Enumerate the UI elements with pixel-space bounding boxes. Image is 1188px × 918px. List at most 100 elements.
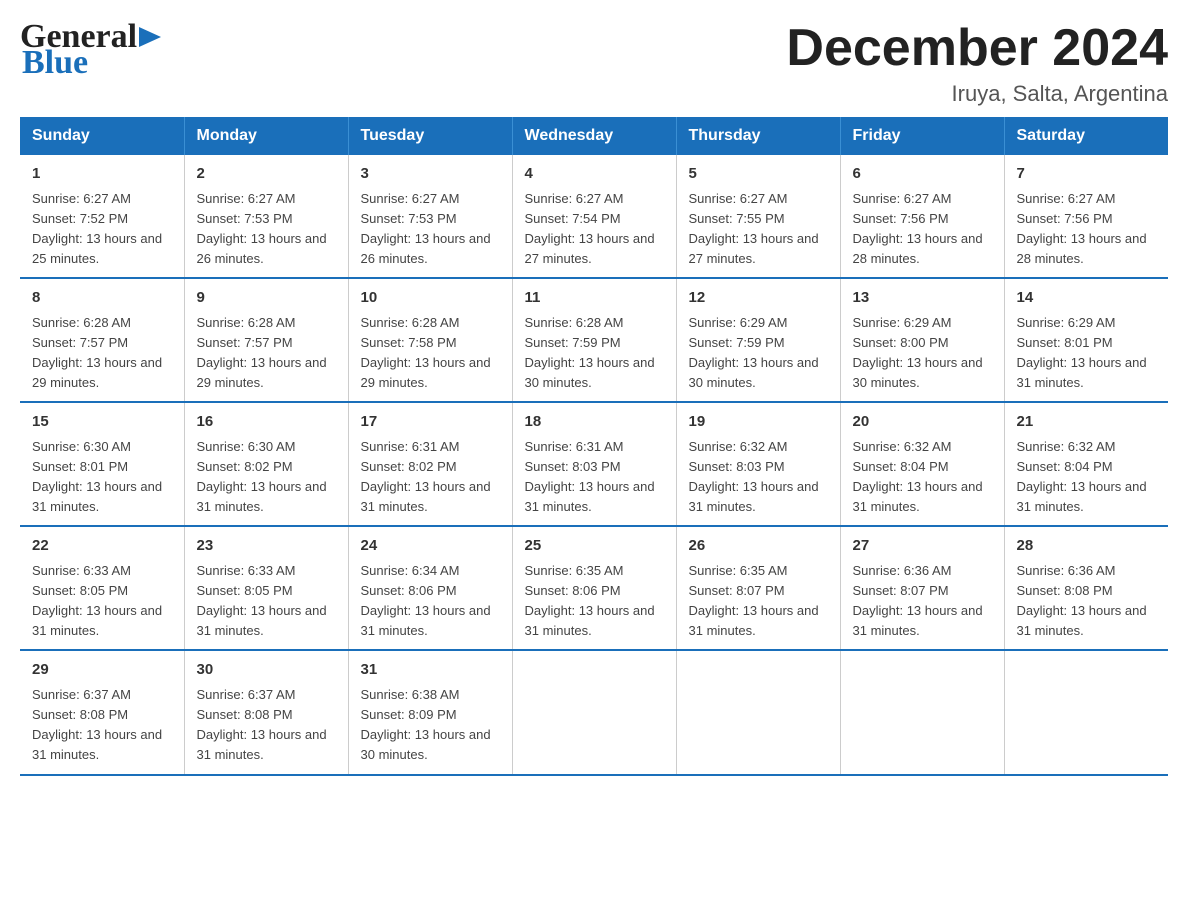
day-number: 7 [1017, 163, 1157, 186]
calendar-cell [512, 650, 676, 774]
cell-info: Sunrise: 6:37 AMSunset: 8:08 PMDaylight:… [197, 685, 336, 766]
location-subtitle: Iruya, Salta, Argentina [786, 81, 1168, 107]
calendar-cell: 14 Sunrise: 6:29 AMSunset: 8:01 PMDayligh… [1004, 278, 1168, 402]
day-number: 3 [361, 163, 500, 186]
cell-info: Sunrise: 6:27 AMSunset: 7:54 PMDaylight:… [525, 189, 664, 270]
cell-info: Sunrise: 6:33 AMSunset: 8:05 PMDaylight:… [32, 561, 172, 642]
day-number: 22 [32, 535, 172, 558]
calendar-cell: 31 Sunrise: 6:38 AMSunset: 8:09 PMDayligh… [348, 650, 512, 774]
day-number: 27 [853, 535, 992, 558]
cell-info: Sunrise: 6:38 AMSunset: 8:09 PMDaylight:… [361, 685, 500, 766]
day-number: 28 [1017, 535, 1157, 558]
calendar-cell: 13 Sunrise: 6:29 AMSunset: 8:00 PMDayligh… [840, 278, 1004, 402]
cell-info: Sunrise: 6:34 AMSunset: 8:06 PMDaylight:… [361, 561, 500, 642]
cell-info: Sunrise: 6:33 AMSunset: 8:05 PMDaylight:… [197, 561, 336, 642]
day-number: 26 [689, 535, 828, 558]
calendar-cell: 27 Sunrise: 6:36 AMSunset: 8:07 PMDayligh… [840, 526, 1004, 650]
week-row-5: 29 Sunrise: 6:37 AMSunset: 8:08 PMDayligh… [20, 650, 1168, 774]
cell-info: Sunrise: 6:27 AMSunset: 7:55 PMDaylight:… [689, 189, 828, 270]
cell-info: Sunrise: 6:27 AMSunset: 7:53 PMDaylight:… [197, 189, 336, 270]
logo: General Blue [20, 20, 161, 80]
week-row-2: 8Sunrise: 6:28 AMSunset: 7:57 PMDaylight… [20, 278, 1168, 402]
cell-info: Sunrise: 6:35 AMSunset: 8:07 PMDaylight:… [689, 561, 828, 642]
calendar-cell: 25 Sunrise: 6:35 AMSunset: 8:06 PMDayligh… [512, 526, 676, 650]
day-number: 15 [32, 411, 172, 434]
calendar-cell: 26 Sunrise: 6:35 AMSunset: 8:07 PMDayligh… [676, 526, 840, 650]
calendar-cell: 23Sunrise: 6:33 AMSunset: 8:05 PMDayligh… [184, 526, 348, 650]
header-day-saturday: Saturday [1004, 117, 1168, 155]
cell-info: Sunrise: 6:36 AMSunset: 8:08 PMDaylight:… [1017, 561, 1157, 642]
cell-info: Sunrise: 6:29 AMSunset: 8:00 PMDaylight:… [853, 313, 992, 394]
cell-info: Sunrise: 6:32 AMSunset: 8:04 PMDaylight:… [853, 437, 992, 518]
title-block: December 2024 Iruya, Salta, Argentina [786, 20, 1168, 107]
header-day-monday: Monday [184, 117, 348, 155]
day-number: 13 [853, 287, 992, 310]
day-number: 11 [525, 287, 664, 310]
day-number: 29 [32, 659, 172, 682]
cell-info: Sunrise: 6:35 AMSunset: 8:06 PMDaylight:… [525, 561, 664, 642]
day-number: 2 [197, 163, 336, 186]
calendar-header: SundayMondayTuesdayWednesdayThursdayFrid… [20, 117, 1168, 155]
calendar-cell: 21 Sunrise: 6:32 AMSunset: 8:04 PMDayligh… [1004, 402, 1168, 526]
calendar-cell: 10Sunrise: 6:28 AMSunset: 7:58 PMDayligh… [348, 278, 512, 402]
day-number: 6 [853, 163, 992, 186]
day-number: 19 [689, 411, 828, 434]
cell-info: Sunrise: 6:32 AMSunset: 8:03 PMDaylight:… [689, 437, 828, 518]
header-day-thursday: Thursday [676, 117, 840, 155]
calendar-cell: 29 Sunrise: 6:37 AMSunset: 8:08 PMDayligh… [20, 650, 184, 774]
day-number: 21 [1017, 411, 1157, 434]
week-row-1: 1Sunrise: 6:27 AMSunset: 7:52 PMDaylight… [20, 155, 1168, 278]
calendar-cell: 20 Sunrise: 6:32 AMSunset: 8:04 PMDayligh… [840, 402, 1004, 526]
calendar-cell: 30 Sunrise: 6:37 AMSunset: 8:08 PMDayligh… [184, 650, 348, 774]
header-day-wednesday: Wednesday [512, 117, 676, 155]
day-number: 31 [361, 659, 500, 682]
cell-info: Sunrise: 6:27 AMSunset: 7:53 PMDaylight:… [361, 189, 500, 270]
calendar-cell: 5 Sunrise: 6:27 AMSunset: 7:55 PMDaylight… [676, 155, 840, 278]
calendar-cell: 18 Sunrise: 6:31 AMSunset: 8:03 PMDayligh… [512, 402, 676, 526]
cell-info: Sunrise: 6:28 AMSunset: 7:57 PMDaylight:… [32, 313, 172, 394]
calendar-cell [1004, 650, 1168, 774]
cell-info: Sunrise: 6:27 AMSunset: 7:56 PMDaylight:… [853, 189, 992, 270]
day-number: 12 [689, 287, 828, 310]
calendar-cell: 11Sunrise: 6:28 AMSunset: 7:59 PMDayligh… [512, 278, 676, 402]
week-row-4: 22 Sunrise: 6:33 AMSunset: 8:05 PMDayligh… [20, 526, 1168, 650]
cell-info: Sunrise: 6:30 AMSunset: 8:02 PMDaylight:… [197, 437, 336, 518]
month-title: December 2024 [786, 20, 1168, 77]
calendar-cell: 6 Sunrise: 6:27 AMSunset: 7:56 PMDaylight… [840, 155, 1004, 278]
cell-info: Sunrise: 6:29 AMSunset: 8:01 PMDaylight:… [1017, 313, 1157, 394]
calendar-cell: 24Sunrise: 6:34 AMSunset: 8:06 PMDayligh… [348, 526, 512, 650]
day-number: 4 [525, 163, 664, 186]
calendar-cell [840, 650, 1004, 774]
day-number: 20 [853, 411, 992, 434]
week-row-3: 15 Sunrise: 6:30 AMSunset: 8:01 PMDayligh… [20, 402, 1168, 526]
calendar-cell: 9Sunrise: 6:28 AMSunset: 7:57 PMDaylight… [184, 278, 348, 402]
calendar-cell: 2 Sunrise: 6:27 AMSunset: 7:53 PMDaylight… [184, 155, 348, 278]
header-day-friday: Friday [840, 117, 1004, 155]
day-number: 17 [361, 411, 500, 434]
calendar-cell: 8Sunrise: 6:28 AMSunset: 7:57 PMDaylight… [20, 278, 184, 402]
cell-info: Sunrise: 6:31 AMSunset: 8:02 PMDaylight:… [361, 437, 500, 518]
cell-info: Sunrise: 6:30 AMSunset: 8:01 PMDaylight:… [32, 437, 172, 518]
calendar-cell: 4 Sunrise: 6:27 AMSunset: 7:54 PMDaylight… [512, 155, 676, 278]
calendar-body: 1Sunrise: 6:27 AMSunset: 7:52 PMDaylight… [20, 155, 1168, 774]
header-day-sunday: Sunday [20, 117, 184, 155]
day-number: 18 [525, 411, 664, 434]
header-day-tuesday: Tuesday [348, 117, 512, 155]
cell-info: Sunrise: 6:31 AMSunset: 8:03 PMDaylight:… [525, 437, 664, 518]
calendar-cell: 22 Sunrise: 6:33 AMSunset: 8:05 PMDayligh… [20, 526, 184, 650]
day-number: 14 [1017, 287, 1157, 310]
cell-info: Sunrise: 6:36 AMSunset: 8:07 PMDaylight:… [853, 561, 992, 642]
calendar-cell: 17 Sunrise: 6:31 AMSunset: 8:02 PMDayligh… [348, 402, 512, 526]
cell-info: Sunrise: 6:32 AMSunset: 8:04 PMDaylight:… [1017, 437, 1157, 518]
header-row: SundayMondayTuesdayWednesdayThursdayFrid… [20, 117, 1168, 155]
calendar-cell: 19 Sunrise: 6:32 AMSunset: 8:03 PMDayligh… [676, 402, 840, 526]
calendar-cell: 15 Sunrise: 6:30 AMSunset: 8:01 PMDayligh… [20, 402, 184, 526]
cell-info: Sunrise: 6:27 AMSunset: 7:56 PMDaylight:… [1017, 189, 1157, 270]
cell-info: Sunrise: 6:37 AMSunset: 8:08 PMDaylight:… [32, 685, 172, 766]
day-number: 30 [197, 659, 336, 682]
calendar-cell: 3 Sunrise: 6:27 AMSunset: 7:53 PMDaylight… [348, 155, 512, 278]
day-number: 5 [689, 163, 828, 186]
day-number: 25 [525, 535, 664, 558]
calendar-cell: 1Sunrise: 6:27 AMSunset: 7:52 PMDaylight… [20, 155, 184, 278]
day-number: 9 [197, 287, 336, 310]
